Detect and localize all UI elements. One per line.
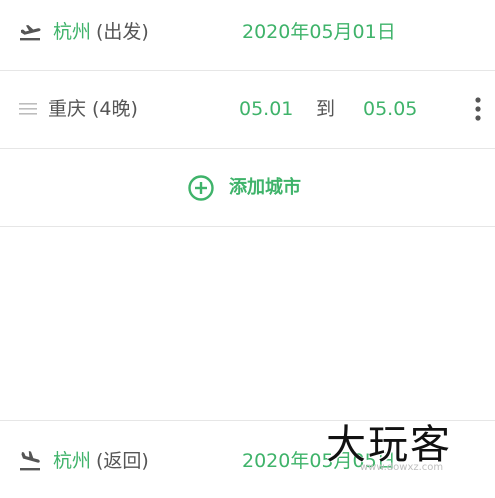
departure-tag: (出发)	[96, 21, 149, 43]
departure-date[interactable]: 2020年05月01日	[242, 20, 396, 44]
add-city-button[interactable]: 添加城市	[0, 149, 495, 226]
trip-planner-screen: 杭州 (出发) 2020年05月01日 重庆 (4晚) 05.01 到 05.0…	[0, 0, 495, 498]
stop-to-label: 到	[316, 98, 336, 120]
stop-end-date[interactable]: 05.05	[363, 97, 417, 121]
empty-area	[0, 227, 495, 420]
return-tag: (返回)	[96, 450, 149, 472]
add-city-label: 添加城市	[229, 177, 301, 198]
more-vertical-icon[interactable]	[474, 97, 482, 121]
add-circle-icon	[188, 175, 214, 201]
stop-city: 重庆	[48, 98, 87, 120]
stop-nights: (4晚)	[92, 98, 138, 120]
stop-start-date[interactable]: 05.01	[239, 97, 293, 121]
return-city: 杭州	[53, 450, 92, 472]
plane-landing-icon	[19, 451, 41, 471]
stop-row[interactable]: 重庆 (4晚) 05.01 到 05.05	[0, 71, 495, 148]
return-date[interactable]: 2020年05月05日	[242, 449, 396, 473]
departure-row[interactable]: 杭州 (出发) 2020年05月01日	[0, 0, 495, 70]
return-row[interactable]: 杭州 (返回) 2020年05月05日	[0, 421, 495, 498]
departure-city: 杭州	[53, 21, 92, 43]
drag-handle-icon[interactable]	[19, 102, 37, 116]
plane-takeoff-icon	[19, 23, 41, 41]
